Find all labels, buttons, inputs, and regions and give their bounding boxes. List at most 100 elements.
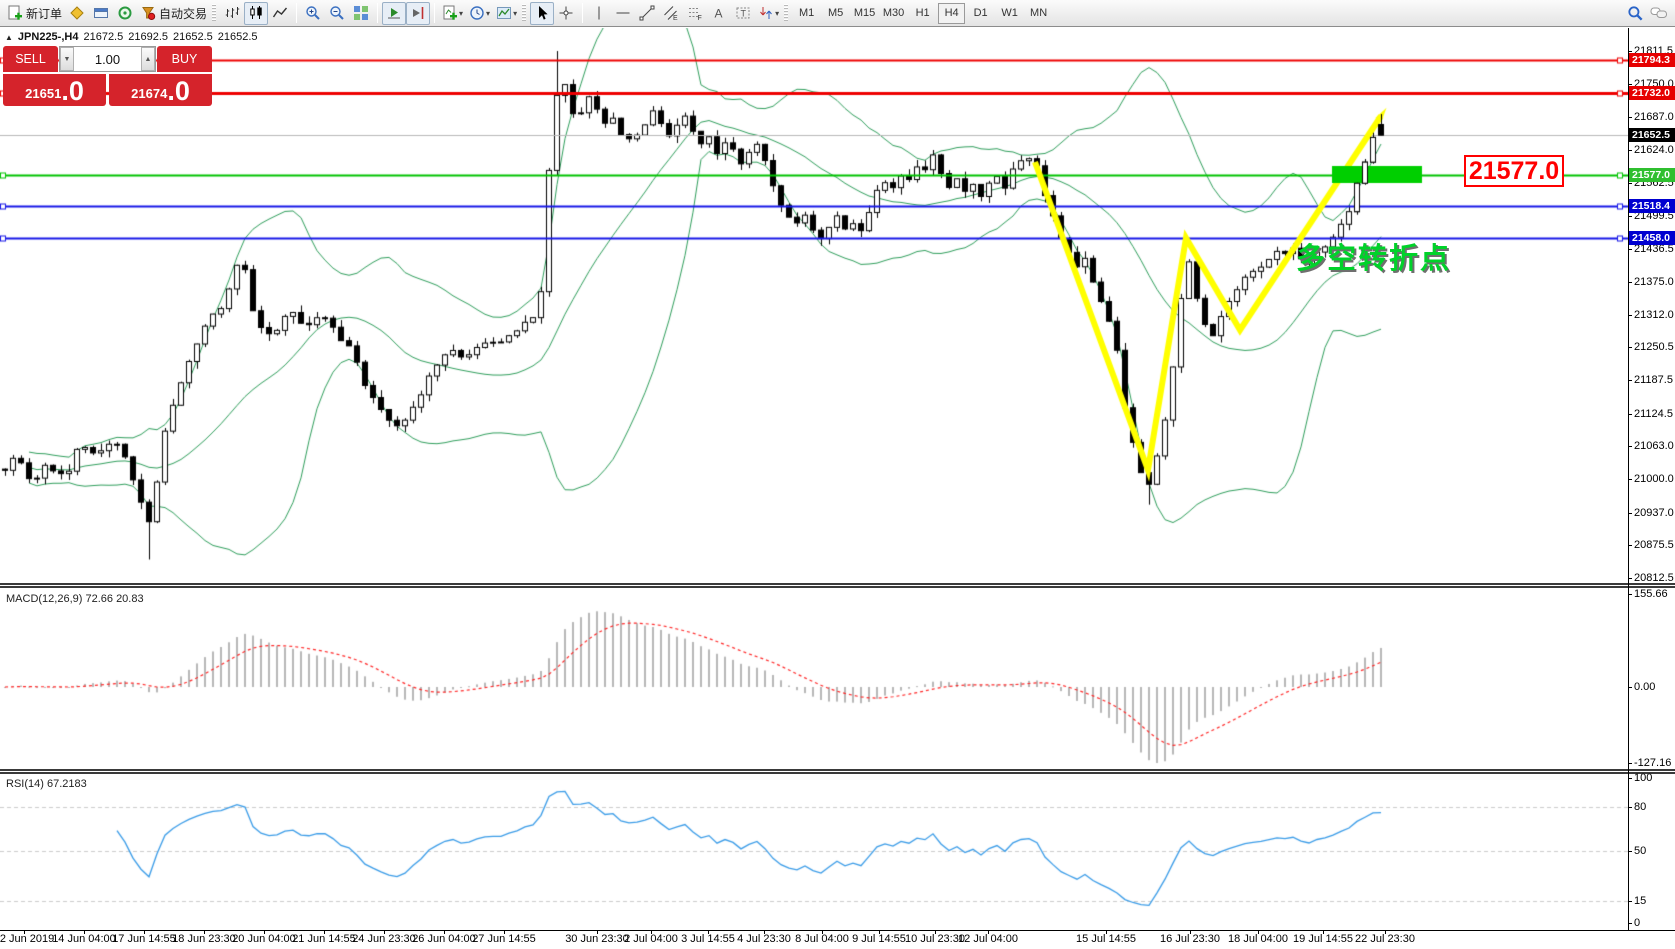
macd-canvas[interactable] (0, 588, 1628, 770)
time-tick-mark (764, 930, 765, 934)
price-tick-label: 20875.5 (1634, 539, 1675, 551)
timeframe-m15-button[interactable]: M15 (851, 3, 878, 24)
autotrading-label: 自动交易 (159, 5, 207, 22)
rsi-tick-mark (1628, 901, 1632, 902)
trendline-button[interactable] (635, 2, 659, 25)
time-tick-mark (324, 930, 325, 934)
rsi-tick-mark (1628, 807, 1632, 808)
panel-divider[interactable] (0, 769, 1675, 774)
tile-windows-button[interactable] (349, 2, 373, 25)
price-tick-mark (1628, 479, 1632, 480)
time-tick-mark (708, 930, 709, 934)
volume-input[interactable]: 1.00 (74, 47, 141, 71)
macd-tick-label: -127.16 (1634, 757, 1675, 769)
symbol-period: JPN225-,H4 (18, 31, 79, 43)
line-chart-button[interactable] (268, 2, 292, 25)
indicators-button[interactable]: ▾ (439, 2, 466, 25)
tile-windows-icon (353, 5, 369, 21)
price-tick-label: 21312.0 (1634, 309, 1675, 321)
metaeditor-button[interactable] (65, 2, 89, 25)
equidistant-channel-icon: E (663, 5, 679, 21)
fibonacci-button[interactable]: F (683, 2, 707, 25)
periods-button[interactable]: ▾ (466, 2, 493, 25)
toolbar-group-standard: 新订单 (4, 0, 210, 27)
timeframe-d1-button[interactable]: D1 (967, 3, 994, 24)
time-tick-mark (1323, 930, 1324, 934)
timeframe-group: M1M5M15M30H1H4D1W1MN (792, 0, 1053, 27)
crosshair-icon (558, 5, 574, 21)
price-tick-mark (1628, 414, 1632, 415)
crosshair-button[interactable] (554, 2, 578, 25)
cursor-button[interactable] (530, 2, 554, 25)
timeframe-m30-button[interactable]: M30 (880, 3, 907, 24)
buy-button[interactable]: BUY (157, 46, 212, 72)
price-tick-label: 21124.5 (1634, 408, 1675, 420)
volume-increase-button[interactable]: ▲ (141, 47, 155, 71)
volume-decrease-button[interactable]: ▼ (60, 47, 74, 71)
price-tick-mark (1628, 347, 1632, 348)
timeframe-h4-button[interactable]: H4 (938, 3, 965, 24)
rsi-canvas[interactable] (0, 774, 1628, 930)
buy-price-box[interactable]: 21674 .0 (109, 74, 212, 106)
toolbar-separator (296, 3, 297, 23)
macd-tick-label: 0.00 (1634, 681, 1675, 693)
toolbar-group-tools: E F A T (530, 0, 782, 27)
terminal-button[interactable] (89, 2, 113, 25)
arrows-button[interactable]: ▾ (755, 2, 782, 25)
strategy-tester-button[interactable] (113, 2, 137, 25)
timeframe-w1-button[interactable]: W1 (996, 3, 1023, 24)
price-badge: 21794.3 (1629, 53, 1675, 67)
trendline-icon (639, 5, 655, 21)
zoom-in-button[interactable] (301, 2, 325, 25)
rsi-tick-label: 80 (1634, 801, 1675, 813)
timeframe-m5-button[interactable]: M5 (822, 3, 849, 24)
chat-button[interactable] (1647, 2, 1671, 25)
chart-shift-button[interactable] (406, 2, 430, 25)
timeframe-h1-button[interactable]: H1 (909, 3, 936, 24)
text-label-button[interactable]: T (731, 2, 755, 25)
rsi-tick-label: 100 (1634, 772, 1675, 784)
time-axis-label: 15 Jul 14:55 (1064, 933, 1148, 945)
toolbar-grip[interactable] (784, 4, 788, 22)
indicators-dropdown-caret[interactable]: ▾ (459, 9, 463, 18)
autotrading-button[interactable]: 自动交易 (137, 2, 210, 25)
price-tick-mark (1628, 380, 1632, 381)
equidistant-channel-button[interactable]: E (659, 2, 683, 25)
search-button[interactable] (1623, 2, 1647, 25)
templates-button[interactable]: ▾ (493, 2, 520, 25)
time-axis-label: 22 Jul 23:30 (1343, 933, 1427, 945)
arrows-dropdown-caret[interactable]: ▾ (775, 9, 779, 18)
templates-dropdown-caret[interactable]: ▾ (513, 9, 517, 18)
main-chart-canvas[interactable] (0, 28, 1628, 584)
bar-chart-icon (224, 5, 240, 21)
volume-control: ▼ 1.00 ▲ (59, 46, 156, 72)
price-tick-mark (1628, 117, 1632, 118)
chart-header: ▲ JPN225-,H4 21672.5 21692.5 21652.5 216… (5, 31, 258, 43)
time-tick-mark (822, 930, 823, 934)
new-order-icon (7, 5, 23, 21)
price-tick-label: 21250.5 (1634, 341, 1675, 353)
periods-dropdown-caret[interactable]: ▾ (486, 9, 490, 18)
text-button[interactable]: A (707, 2, 731, 25)
bar-chart-button[interactable] (220, 2, 244, 25)
timeframe-mn-button[interactable]: MN (1025, 3, 1052, 24)
time-tick-mark (988, 930, 989, 934)
toolbar-group-zoom (301, 0, 373, 27)
panel-divider[interactable] (0, 583, 1675, 588)
time-tick-mark (264, 930, 265, 934)
sell-button[interactable]: SELL (3, 46, 58, 72)
horizontal-line-button[interactable] (611, 2, 635, 25)
zoom-out-button[interactable] (325, 2, 349, 25)
rsi-tick-label: 50 (1634, 845, 1675, 857)
time-tick-mark (935, 930, 936, 934)
timeframe-m1-button[interactable]: M1 (793, 3, 820, 24)
sell-price-box[interactable]: 21651 .0 (3, 74, 106, 106)
new-order-button[interactable]: 新订单 (4, 2, 65, 25)
toolbar-grip[interactable] (212, 4, 216, 22)
toolbar-grip[interactable] (522, 4, 526, 22)
periods-clock-icon (469, 5, 485, 21)
vertical-line-button[interactable] (587, 2, 611, 25)
toolbar-separator (582, 3, 583, 23)
candlestick-chart-button[interactable] (244, 2, 268, 25)
autoscroll-button[interactable] (382, 2, 406, 25)
